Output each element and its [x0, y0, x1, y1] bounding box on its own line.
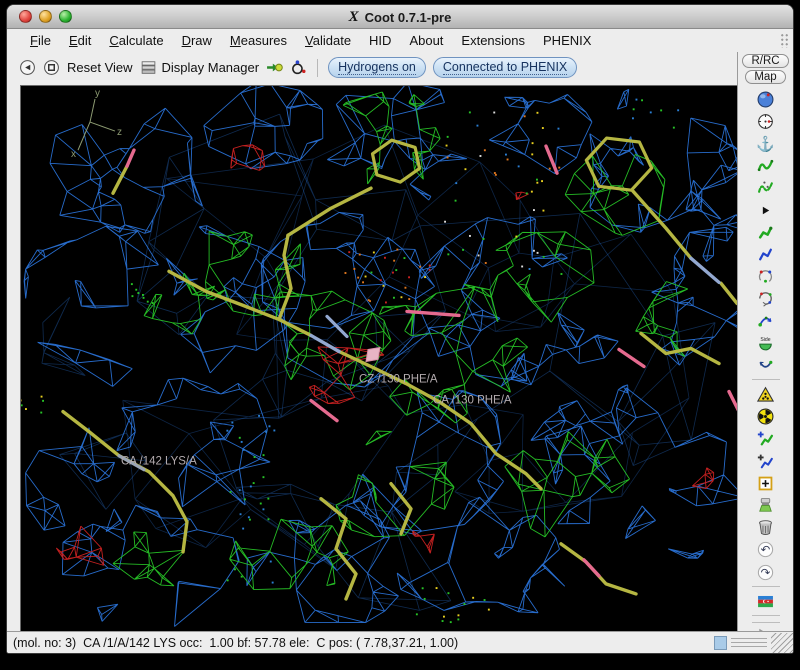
anchor-icon[interactable]: ⚓ [756, 134, 775, 153]
status-text: (mol. no: 3) CA /1/A/142 LYS occ: 1.00 b… [13, 636, 458, 650]
statusbar: (mol. no: 3) CA /1/A/142 LYS occ: 1.00 b… [7, 631, 793, 653]
radiation-icon[interactable] [756, 407, 775, 426]
toolbar-separator [317, 59, 318, 77]
phenix-label: Connected to PHENIX [443, 60, 567, 75]
phenix-connection-button[interactable]: Connected to PHENIX [433, 57, 577, 78]
atom-label: CA /130 PHE/A [433, 395, 512, 407]
side-chain-flip-icon[interactable]: Side [756, 334, 775, 353]
menubar: FileEditCalculateDrawMeasuresValidateHID… [7, 29, 793, 52]
menu-items: FileEditCalculateDrawMeasuresValidateHID… [21, 31, 600, 50]
x11-icon: X [349, 10, 359, 25]
reset-view-label: Reset View [67, 60, 133, 75]
menu-calculate[interactable]: Calculate [100, 31, 172, 50]
menu-validate[interactable]: Validate [296, 31, 360, 50]
flag-icon[interactable] [756, 592, 775, 611]
right-toolbar-panel: R/RC Map ⚓ Side ↶ ↷ [737, 52, 793, 631]
rotamer-icon[interactable] [756, 245, 775, 264]
display-manager-button[interactable]: Display Manager [140, 59, 260, 76]
status-color-swatch [714, 636, 727, 650]
axis-z-label: z [117, 127, 122, 138]
display-manager-label: Display Manager [162, 60, 260, 75]
menu-phenix[interactable]: PHENIX [534, 31, 600, 50]
menu-edit[interactable]: Edit [60, 31, 100, 50]
svg-text:⚓: ⚓ [757, 135, 774, 152]
reset-view-button[interactable]: Reset View [67, 60, 133, 75]
resize-grip[interactable] [771, 633, 793, 653]
regularize-zone-icon[interactable] [756, 178, 775, 197]
auto-fit-rotamer-icon[interactable] [756, 223, 775, 242]
statusbar-right [714, 632, 793, 653]
atom-label: CZ /130 PHE/A [359, 374, 438, 386]
hydrogens-label: Hydrogens on [338, 60, 416, 75]
content-row: Reset View Display Manager [7, 52, 793, 631]
go-to-ligand-button[interactable] [266, 59, 283, 76]
menu-about[interactable]: About [400, 31, 452, 50]
menu-measures[interactable]: Measures [221, 31, 296, 50]
menu-hid[interactable]: HID [360, 31, 400, 50]
toolbar: Reset View Display Manager [7, 52, 737, 83]
tool-separator [752, 379, 780, 380]
radiation-warning-icon[interactable] [756, 385, 775, 404]
tool-separator [752, 586, 780, 587]
play-icon[interactable] [756, 201, 775, 220]
menu-file[interactable]: File [21, 31, 60, 50]
map-button[interactable]: Map [745, 70, 785, 84]
simple-mutate-icon[interactable] [756, 452, 775, 471]
panel-separator [752, 622, 780, 623]
chi-angles-icon[interactable] [756, 267, 775, 286]
layers-icon [140, 59, 157, 76]
sphere-icon[interactable] [756, 90, 775, 109]
axis-y-label: y [95, 88, 100, 99]
add-residue-icon[interactable] [756, 474, 775, 493]
coot-window: X Coot 0.7.1-pre FileEditCalculateDrawMe… [6, 4, 794, 654]
target-circle-icon [43, 59, 60, 76]
rrc-button[interactable]: R/RC [742, 54, 788, 68]
ligand-builder-button[interactable] [290, 59, 307, 76]
undo-icon[interactable]: ↶ [756, 540, 775, 559]
menu-draw[interactable]: Draw [173, 31, 221, 50]
redo-icon[interactable]: ↷ [756, 563, 775, 582]
backbone-flip-icon[interactable] [756, 356, 775, 375]
molecular-viewport[interactable]: y x z CZ /130 PHE/A CA /130 PHE/A CA /142 LYS… [21, 86, 737, 631]
svg-text:↶: ↶ [761, 544, 771, 557]
left-column: Reset View Display Manager [7, 52, 737, 631]
flip-peptide-icon[interactable] [756, 311, 775, 330]
window-title: Coot 0.7.1-pre [365, 10, 452, 25]
brush-icon[interactable] [756, 496, 775, 515]
torsion-general-icon[interactable] [756, 289, 775, 308]
hydrogens-toggle-button[interactable]: Hydrogens on [328, 57, 426, 78]
axis-x-label: x [71, 149, 76, 160]
delete-icon[interactable] [756, 518, 775, 537]
menu-extensions[interactable]: Extensions [452, 31, 534, 50]
titlebar[interactable]: X Coot 0.7.1-pre [7, 5, 793, 29]
atom-label: CA /142 LYS/A [121, 456, 197, 468]
refine-zone-icon[interactable] [756, 156, 775, 175]
crosshair-icon[interactable] [756, 112, 775, 131]
svg-text:Side: Side [760, 337, 770, 343]
menubar-grip-handle[interactable] [780, 33, 789, 48]
back-view-button[interactable] [19, 59, 36, 76]
tool-separator [752, 615, 780, 616]
screen: X Coot 0.7.1-pre FileEditCalculateDrawMe… [0, 0, 800, 670]
molecule-icon [290, 59, 307, 76]
graphics-canvas[interactable]: y x z CZ /130 PHE/A CA /130 PHE/A CA /142 LYS… [20, 85, 737, 631]
title-area: X Coot 0.7.1-pre [7, 5, 793, 29]
mutate-autofit-icon[interactable] [756, 429, 775, 448]
stop-view-button[interactable] [43, 59, 60, 76]
modelling-tool-stack: ⚓ Side ↶ ↷ [752, 88, 780, 619]
green-arrow-icon [266, 59, 283, 76]
svg-text:↷: ↷ [761, 566, 771, 579]
status-grip-lines [731, 635, 767, 650]
back-circle-icon [19, 59, 36, 76]
